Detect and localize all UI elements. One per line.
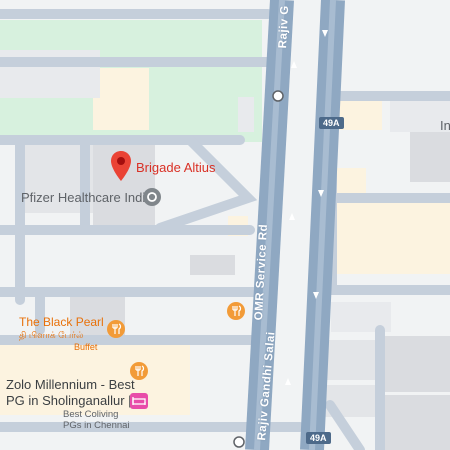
highway-shield: 49A [319, 117, 344, 129]
place-label-brigade-altius[interactable]: Brigade Altius [136, 160, 216, 176]
building [93, 68, 149, 130]
place-label-zolo-line1[interactable]: Zolo Millennium - Best [6, 377, 135, 392]
place-subtitle-buffet: Buffet [74, 342, 98, 352]
road-label-rajiv-top: Rajiv G [277, 4, 292, 49]
place-subtitle-zolo-2: PGs in Chennai [63, 420, 130, 431]
office-pin-icon[interactable] [143, 188, 161, 206]
highway-shield: 49A [306, 432, 331, 444]
place-label-zolo-line2[interactable]: PG in Sholinganallur | ... [6, 393, 146, 408]
building [322, 340, 380, 380]
place-label-pfizer[interactable]: Pfizer Healthcare India [21, 190, 153, 206]
hotel-icon[interactable] [130, 393, 148, 409]
bus-stop-icon[interactable] [233, 436, 245, 448]
place-label-partial: In [440, 118, 450, 133]
location-pin-icon[interactable] [110, 150, 132, 182]
restaurant-icon[interactable] [227, 302, 245, 320]
building [380, 395, 450, 450]
building [385, 336, 450, 392]
place-label-black-pearl-local: தி பிளாக் பேர்ல் [19, 330, 84, 340]
bus-stop-icon[interactable] [272, 90, 284, 102]
building [336, 168, 366, 194]
map-canvas[interactable]: Rajiv G OMR Service Rd Rajiv Gandhi Sala… [0, 0, 450, 450]
place-subtitle-zolo-1: Best Coliving [63, 409, 119, 420]
restaurant-icon[interactable] [107, 320, 125, 338]
place-label-black-pearl[interactable]: The Black Pearl [19, 315, 104, 329]
building [190, 255, 235, 275]
building [410, 132, 450, 182]
commercial-area [326, 200, 450, 274]
building [238, 97, 254, 132]
